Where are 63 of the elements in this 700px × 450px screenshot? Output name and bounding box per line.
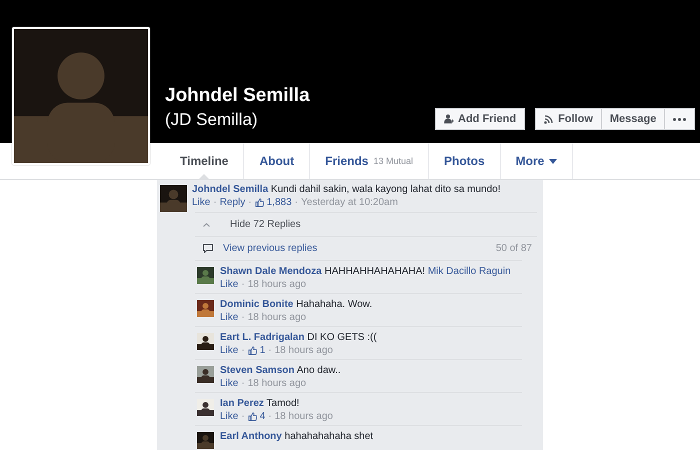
profile-tab[interactable]: Friends 13 Mutual	[310, 143, 429, 179]
alternate-name: (JD Semilla)	[165, 109, 259, 131]
action-link[interactable]: Like	[220, 311, 238, 324]
view-previous-link[interactable]: View previous replies	[223, 243, 318, 254]
author-link[interactable]: Ian Perez	[220, 398, 264, 409]
action-button[interactable]: Message	[602, 108, 666, 130]
profile-tab[interactable]: About	[244, 143, 310, 179]
profile-tab[interactable]: More	[500, 143, 574, 179]
separator: ·	[241, 278, 245, 291]
timestamp: 18 hours ago	[248, 278, 306, 291]
separator: ·	[248, 196, 252, 209]
reply-text: Steven Samson Ano daw..	[220, 364, 341, 377]
comment-text: Johndel Semilla Kundi dahil sakin, wala kayong lahat dito sa mundo!	[192, 183, 501, 196]
separator: ·	[241, 311, 245, 324]
thumbs-up-icon	[248, 412, 257, 421]
action-link[interactable]: Reply	[220, 196, 246, 209]
separator: ·	[268, 344, 272, 357]
action-link[interactable]: Like	[220, 377, 238, 390]
more-icon	[673, 118, 686, 120]
action-link[interactable]: Like	[220, 410, 238, 423]
timestamp: 18 hours ago	[248, 311, 306, 324]
profile-name: Johndel Semilla	[165, 84, 311, 108]
separator: ·	[241, 410, 245, 423]
timestamp: 18 hours ago	[274, 410, 333, 423]
separator: ·	[294, 196, 298, 209]
timestamp: Yesterday at 10:20am	[301, 196, 398, 209]
reply-count: 50 of 87	[496, 243, 533, 254]
mention-link[interactable]: Mik Dacillo Raguin	[428, 266, 511, 277]
profile-tab[interactable]: Photos	[429, 143, 501, 179]
author-link[interactable]: Johndel Semilla	[192, 184, 268, 195]
thumbs-up-icon	[248, 346, 257, 355]
like-count[interactable]: 1,883	[266, 196, 292, 209]
timestamp: 18 hours ago	[274, 344, 333, 357]
author-link[interactable]: Eart L. Fadrigalan	[220, 332, 304, 343]
timestamp: 18 hours ago	[248, 377, 306, 390]
more-button[interactable]	[665, 108, 696, 130]
separator: ·	[241, 344, 245, 357]
reply-text: Eart L. Fadrigalan DI KO GETS :((	[220, 331, 377, 344]
separator: ·	[268, 410, 272, 423]
reply-text: Dominic Bonite Hahahaha. Wow.	[220, 298, 372, 311]
action-link[interactable]: Like	[220, 344, 238, 357]
author-link[interactable]: Dominic Bonite	[220, 299, 294, 310]
action-button[interactable]: Add Friend	[435, 108, 526, 130]
add-person-icon	[444, 114, 454, 124]
author-link[interactable]: Shawn Dale Mendoza	[220, 266, 322, 277]
speech-bubble-icon	[203, 244, 213, 253]
reply-text: Earl Anthony hahahahahaha shet	[220, 430, 374, 443]
separator: ·	[213, 196, 217, 209]
author-link[interactable]: Earl Anthony	[220, 431, 282, 442]
rss-icon	[544, 114, 554, 124]
reply-text: Ian Perez Tamod!	[220, 397, 300, 410]
hide-replies-link[interactable]: Hide 72 Replies	[230, 219, 301, 230]
thumbs-up-icon	[254, 198, 264, 207]
action-button[interactable]: Follow	[535, 108, 602, 130]
action-link[interactable]: Like	[220, 278, 238, 291]
separator: ·	[241, 377, 245, 390]
like-count[interactable]: 1	[260, 344, 266, 357]
collapse-caret-icon	[203, 222, 210, 226]
author-link[interactable]: Steven Samson	[220, 365, 294, 376]
mutual-count: 13 Mutual	[373, 156, 413, 166]
action-link[interactable]: Like	[192, 196, 210, 209]
like-count[interactable]: 4	[260, 410, 266, 423]
reply-text: Shawn Dale Mendoza HAHHAHHAHAHAHA! Mik Dacillo Raguin	[220, 265, 511, 278]
